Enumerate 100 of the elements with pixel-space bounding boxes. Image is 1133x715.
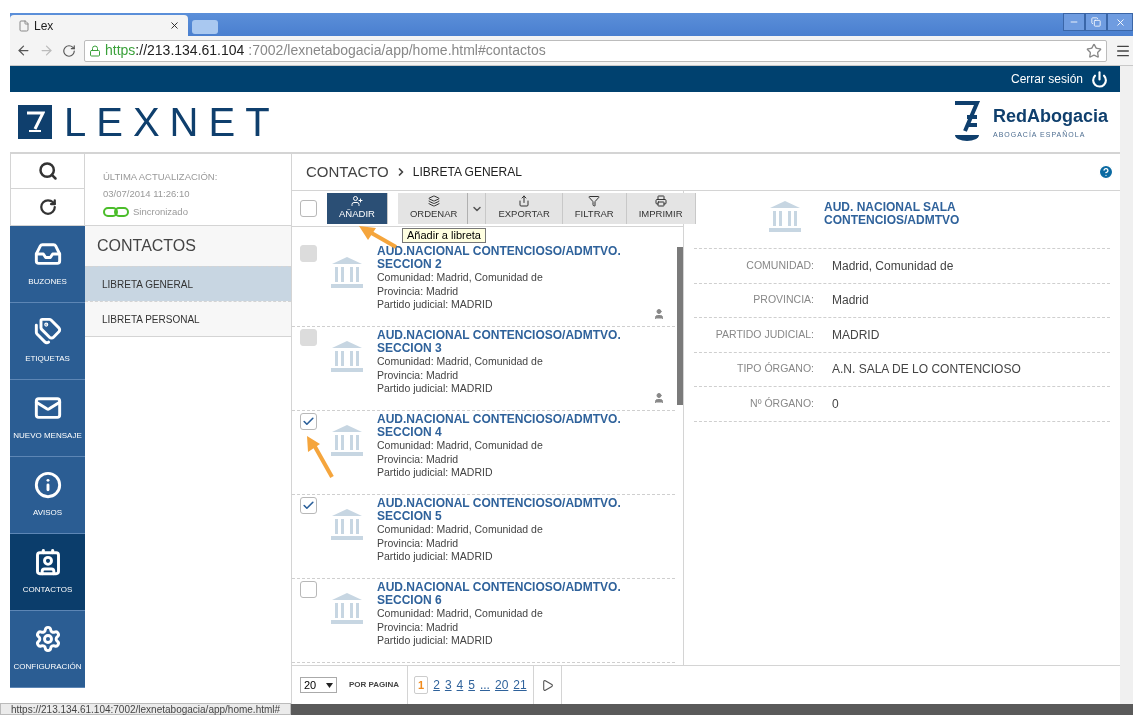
refresh-icon — [38, 198, 57, 216]
section-title: CONTACTOS — [96, 236, 197, 256]
search-icon — [37, 161, 58, 181]
contact-detail: Provincia: Madrid — [377, 620, 460, 634]
sidebar-item[interactable]: ETIQUETAS — [10, 303, 85, 380]
contact-detail: Provincia: Madrid — [377, 536, 460, 550]
per-page-label: POR PAGINA — [349, 679, 400, 691]
close-window-button[interactable] — [1107, 13, 1133, 31]
last-update-label: ÚLTIMA ACTUALIZACIÓN: — [103, 170, 219, 184]
contact-title[interactable]: AUD.NACIONAL CONTENCIOSO/ADMTVO. SECCION 5 — [377, 497, 637, 523]
back-icon[interactable] — [16, 43, 31, 58]
page-link[interactable]: ... — [479, 676, 490, 694]
minimize-button[interactable] — [1063, 13, 1085, 31]
print-icon — [654, 195, 667, 208]
add-icon — [350, 195, 363, 208]
filter-icon — [588, 195, 601, 208]
field-label: PARTIDO JUDICIAL: — [714, 326, 814, 342]
partner-logo-text: RedAbogacia — [992, 105, 1108, 129]
search-button[interactable] — [10, 153, 85, 189]
restore-button[interactable] — [1085, 13, 1107, 31]
field-value: Madrid — [831, 292, 869, 310]
power-icon[interactable] — [1091, 70, 1108, 88]
contact-title[interactable]: AUD.NACIONAL CONTENCIOSO/ADMTVO. SECCION 4 — [377, 413, 637, 439]
logout-link[interactable]: Cerrar sesión — [1010, 70, 1083, 88]
contact-detail: Comunidad: Madrid, Comunidad de — [377, 439, 544, 453]
contact-row[interactable]: AUD.NACIONAL CONTENCIOSO/ADMTVO. SECCION 6 Comunidad: Madrid, Comunidad de Provincia: Madrid Partido judicial: MADRID — [292, 579, 675, 663]
detail-title: AUD. NACIONAL SALA CONTENCIOS/ADMTVO — [824, 199, 961, 227]
toolbar-button[interactable]: EXPORTAR — [486, 193, 563, 224]
link-icon — [103, 206, 129, 217]
page-icon — [18, 19, 30, 32]
info-icon — [33, 471, 62, 499]
page-link[interactable]: 21 — [513, 676, 527, 694]
toolbar-button[interactable]: AÑADIR — [327, 193, 388, 224]
address-field[interactable]: https://213.134.61.104 :7002/lexnetabogacia/app/home.html#contactos — [84, 39, 1107, 62]
contact-row[interactable]: AUD.NACIONAL CONTENCIOSO/ADMTVO. SECCION 4 Comunidad: Madrid, Comunidad de Provincia: Madrid Partido judicial: MADRID — [292, 411, 675, 495]
checkbox[interactable] — [300, 581, 317, 598]
tag-icon — [33, 317, 62, 345]
annotation-arrow — [304, 435, 334, 479]
courthouse-icon — [329, 591, 365, 625]
sidebar-item[interactable]: CONFIGURACIÓN — [10, 611, 85, 688]
field-value: A.N. SALA DE LO CONTENCIOSO — [831, 361, 1021, 379]
export-icon — [518, 195, 531, 208]
toolbar-button[interactable]: ORDENAR — [397, 193, 469, 224]
status-url: https://213.134.61.104:7002/lexnetabogacia/app/home.html# — [0, 703, 292, 715]
toolbar-button[interactable]: IMPRIMIR — [626, 193, 696, 224]
breadcrumb-link[interactable]: CONTACTO — [306, 160, 389, 184]
brand-logo-text: LEXNET — [64, 102, 280, 142]
last-update-time: 03/07/2014 11:26:10 — [103, 187, 191, 202]
contact-detail: Provincia: Madrid — [377, 284, 460, 298]
dropdown-button[interactable] — [468, 193, 487, 224]
settings-icon — [33, 625, 62, 653]
close-icon — [1114, 16, 1126, 28]
field-label: PROVINCIA: — [752, 292, 814, 308]
contact-detail: Partido judicial: MADRID — [377, 382, 494, 396]
checkbox[interactable] — [300, 200, 317, 217]
contact-detail: Partido judicial: MADRID — [377, 550, 494, 564]
lock-icon — [89, 44, 101, 57]
contact-row[interactable]: AUD.NACIONAL CONTENCIOSO/ADMTVO. SECCION 5 Comunidad: Madrid, Comunidad de Provincia: Madrid Partido judicial: MADRID — [292, 495, 675, 579]
breadcrumb-current: LIBRETA GENERAL — [412, 164, 522, 181]
page-link[interactable]: 5 — [468, 676, 475, 694]
courthouse-icon — [329, 255, 365, 289]
per-page-select[interactable]: 20 — [300, 677, 337, 693]
address-book-item[interactable]: LIBRETA GENERAL — [85, 266, 291, 301]
sidebar-item[interactable]: AVISOS — [10, 457, 85, 534]
sidebar-item[interactable]: CONTACTOS — [10, 534, 85, 611]
check-icon — [302, 415, 315, 428]
browser-tab[interactable]: Lex — [10, 15, 188, 36]
contact-detail: Comunidad: Madrid, Comunidad de — [377, 523, 544, 537]
courthouse-icon — [329, 339, 365, 373]
inbox-icon — [33, 240, 62, 268]
field-value: Madrid, Comunidad de — [831, 257, 954, 275]
contact-detail: Comunidad: Madrid, Comunidad de — [377, 607, 544, 621]
tab-title: Lex — [34, 17, 55, 35]
checkbox[interactable] — [300, 413, 317, 430]
help-icon[interactable] — [1098, 164, 1114, 180]
page-link[interactable]: 20 — [494, 676, 509, 694]
next-icon — [540, 678, 554, 692]
field-label: Nº ÓRGANO: — [749, 395, 814, 411]
field-value: MADRID — [831, 326, 880, 344]
contact-title[interactable]: AUD.NACIONAL CONTENCIOSO/ADMTVO. SECCION 6 — [377, 581, 637, 607]
sort-icon — [427, 195, 440, 208]
contact-detail: Partido judicial: MADRID — [377, 298, 494, 312]
checkbox[interactable] — [300, 497, 317, 514]
logo-mark-icon — [18, 105, 52, 139]
reload-icon[interactable] — [62, 43, 76, 58]
bookmark-star-icon[interactable] — [1086, 42, 1102, 59]
page-link[interactable]: 3 — [444, 676, 452, 694]
sidebar-item[interactable]: NUEVO MENSAJE — [10, 380, 85, 457]
sidebar-item[interactable]: BUZONES — [10, 226, 85, 303]
contact-detail: Comunidad: Madrid, Comunidad de — [377, 271, 544, 285]
page-link[interactable]: 2 — [433, 676, 440, 694]
contact-detail: Partido judicial: MADRID — [377, 634, 494, 648]
field-value: 0 — [831, 395, 839, 413]
courthouse-icon — [766, 199, 804, 233]
close-icon[interactable] — [169, 20, 180, 31]
restore-icon — [1091, 17, 1101, 27]
page-link[interactable]: 4 — [456, 676, 464, 694]
contact-detail: Provincia: Madrid — [377, 452, 460, 466]
toolbar-button[interactable]: FILTRAR — [562, 193, 627, 224]
contact-detail: Partido judicial: MADRID — [377, 466, 494, 480]
